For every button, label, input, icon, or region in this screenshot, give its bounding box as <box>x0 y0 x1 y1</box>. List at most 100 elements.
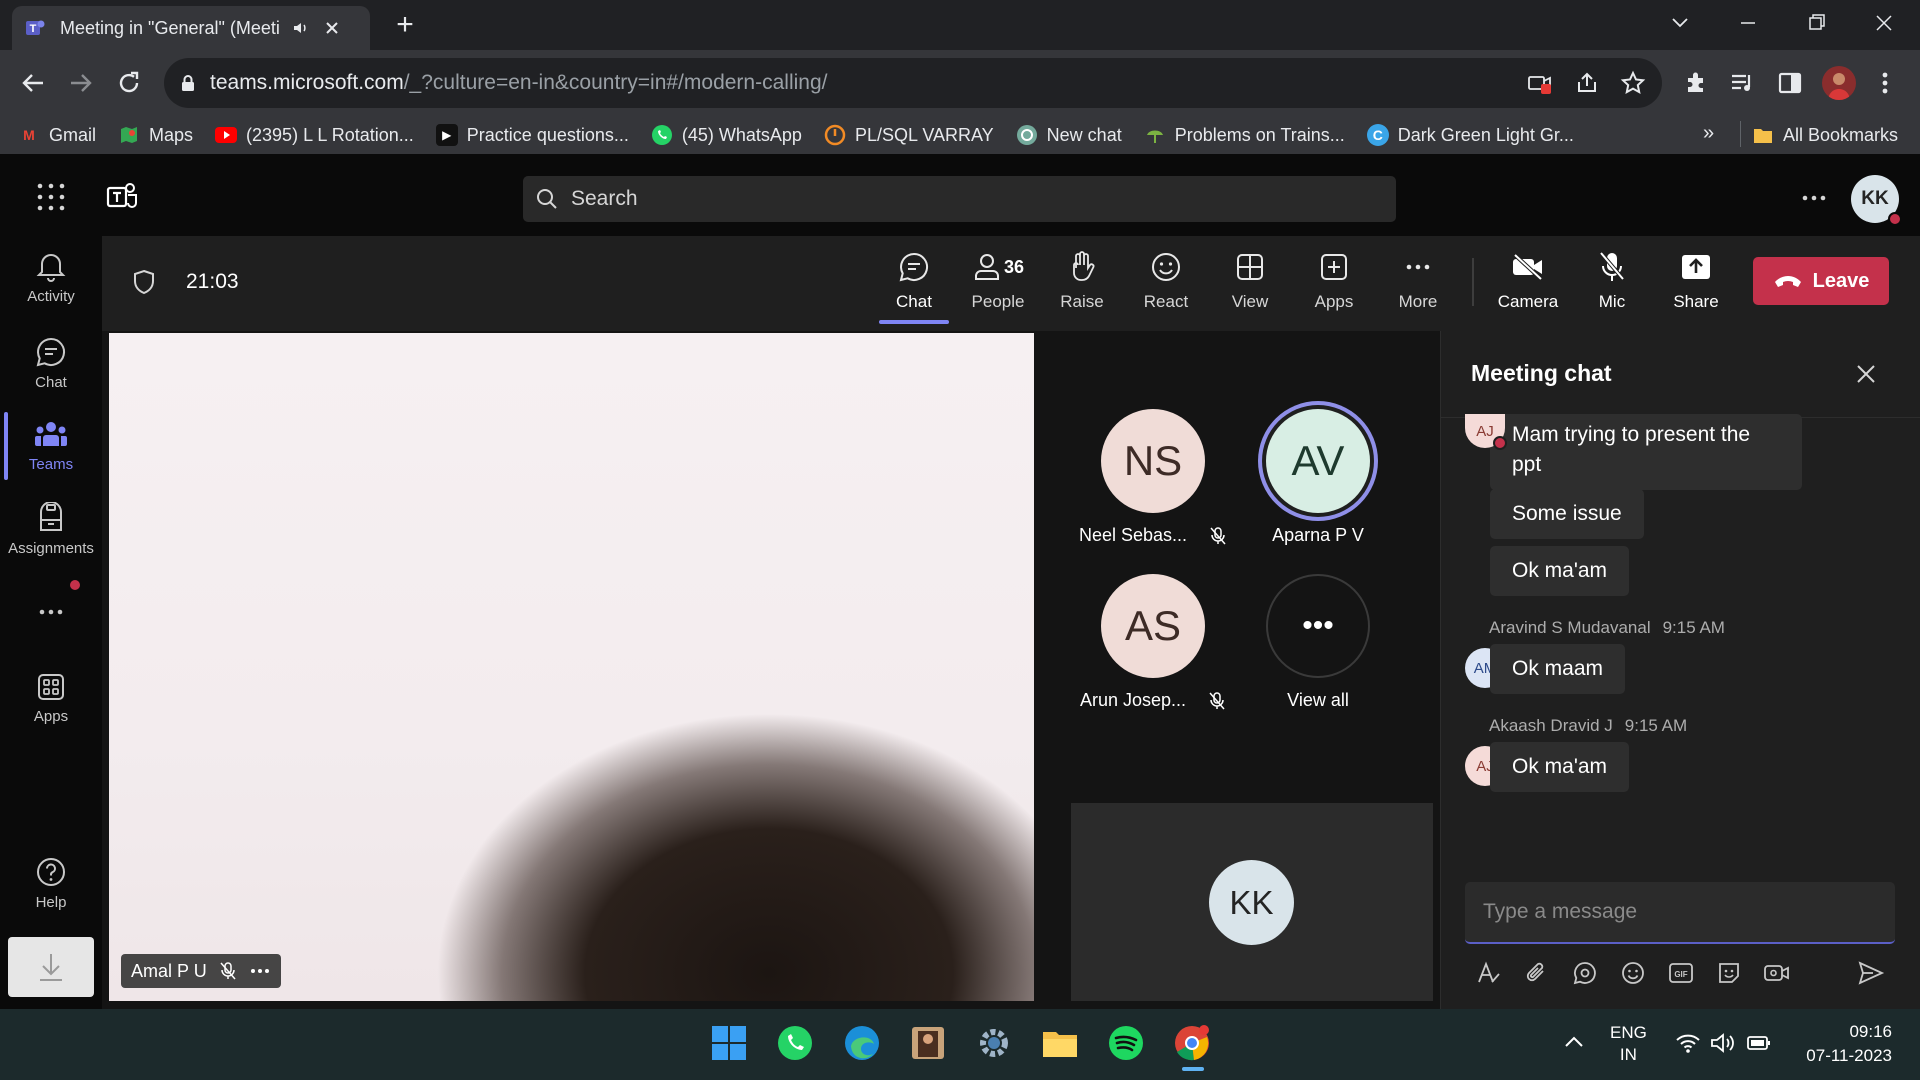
restore-button[interactable] <box>1796 8 1836 38</box>
battery-icon[interactable] <box>1746 1034 1772 1052</box>
bookmark-new-chat[interactable]: New chat <box>1016 124 1122 146</box>
profile-avatar[interactable] <box>1822 66 1856 100</box>
lock-icon[interactable] <box>180 74 196 92</box>
participant-tile[interactable]: AS Arun Josep... <box>1080 574 1225 711</box>
chat-message[interactable]: Mam trying to present the ppt <box>1490 414 1802 490</box>
edge-icon[interactable] <box>840 1021 884 1065</box>
rail-item-teams[interactable]: Teams <box>0 420 102 473</box>
share-button[interactable]: Share <box>1656 250 1736 312</box>
rail-item-assignments[interactable]: Assignments <box>0 502 102 557</box>
video-more-icon[interactable] <box>249 966 271 976</box>
bookmark-practice[interactable]: ▶ Practice questions... <box>435 124 629 146</box>
all-bookmarks-button[interactable]: All Bookmarks <box>1752 124 1898 146</box>
spotify-icon[interactable] <box>1104 1021 1148 1065</box>
bookmark-maps[interactable]: Maps <box>118 124 193 146</box>
clock[interactable]: 09:16 07-11-2023 <box>1796 1020 1892 1068</box>
trains-icon <box>1144 124 1166 146</box>
chat-message[interactable]: Ok maam <box>1490 644 1626 694</box>
reload-icon[interactable] <box>114 68 144 98</box>
mic-button[interactable]: Mic <box>1572 250 1652 312</box>
gif-icon[interactable]: GIF <box>1666 958 1696 988</box>
whatsapp-taskbar-icon[interactable] <box>773 1021 817 1065</box>
shield-icon[interactable] <box>131 268 157 296</box>
forward-icon[interactable] <box>66 68 96 98</box>
volume-icon[interactable] <box>1710 1032 1736 1054</box>
chat-message[interactable]: Ok ma'am <box>1490 742 1630 792</box>
compose-message-input[interactable]: Type a message <box>1465 882 1895 944</box>
app-launcher-icon[interactable] <box>36 182 66 212</box>
rail-more-icon[interactable] <box>38 605 64 619</box>
tab-search-icon[interactable] <box>1660 8 1700 38</box>
bookmark-canva[interactable]: C Dark Green Light Gr... <box>1366 124 1574 146</box>
chat-message-meta: Akaash Dravid J 9:15 AM <box>1489 716 1688 735</box>
participant-tile[interactable]: NS Neel Sebas... <box>1079 409 1226 546</box>
language-indicator[interactable]: ENG IN <box>1610 1022 1647 1066</box>
close-icon[interactable] <box>1854 362 1878 386</box>
attach-icon[interactable] <box>1522 958 1552 988</box>
chat-button[interactable]: Chat <box>874 250 954 312</box>
close-window-button[interactable] <box>1864 8 1904 38</box>
search-input[interactable]: Search <box>523 176 1396 222</box>
bookmark-youtube[interactable]: (2395) L L Rotation... <box>215 124 414 146</box>
rail-item-chat[interactable]: Chat <box>0 336 102 391</box>
plsql-icon <box>824 124 846 146</box>
people-icon: 36 <box>972 250 1024 284</box>
participant-tile[interactable]: AV Aparna P V <box>1253 409 1383 546</box>
rail-item-help[interactable]: Help <box>0 856 102 911</box>
camera-blocked-icon[interactable] <box>1527 71 1553 95</box>
chrome-icon[interactable] <box>1170 1021 1214 1065</box>
raise-hand-button[interactable]: Raise <box>1042 250 1122 312</box>
extensions-icon[interactable] <box>1682 69 1710 97</box>
video-clip-icon[interactable] <box>1762 958 1792 988</box>
chat-panel-title: Meeting chat <box>1471 360 1612 386</box>
side-panel-icon[interactable] <box>1776 69 1804 97</box>
file-explorer-icon[interactable] <box>1038 1021 1082 1065</box>
settings-gear-icon[interactable] <box>972 1021 1016 1065</box>
react-button[interactable]: React <box>1126 250 1206 312</box>
windows-start-icon[interactable] <box>707 1021 751 1065</box>
loop-icon[interactable] <box>1570 958 1600 988</box>
folder-icon <box>1752 124 1774 146</box>
address-bar[interactable]: teams.microsoft.com/_?culture=en-in&coun… <box>164 58 1662 108</box>
rail-item-activity[interactable]: Activity <box>0 250 102 305</box>
tab-audio-icon[interactable] <box>292 19 310 37</box>
rail-item-apps[interactable]: Apps <box>0 672 102 725</box>
view-button[interactable]: View <box>1210 250 1290 312</box>
share-page-icon[interactable] <box>1574 70 1600 96</box>
wifi-icon[interactable] <box>1675 1032 1701 1054</box>
send-icon[interactable] <box>1856 958 1886 988</box>
sticker-icon[interactable] <box>1714 958 1744 988</box>
minimize-button[interactable] <box>1728 8 1768 38</box>
bookmark-whatsapp[interactable]: (45) WhatsApp <box>651 124 802 146</box>
browser-tab[interactable]: T Meeting in "General" (Meeti <box>12 6 370 50</box>
tab-close-icon[interactable] <box>324 20 340 36</box>
back-icon[interactable] <box>18 68 48 98</box>
bookmark-plsql[interactable]: PL/SQL VARRAY <box>824 124 994 146</box>
leave-button[interactable]: Leave <box>1753 257 1889 305</box>
whatsapp-icon <box>651 124 673 146</box>
apps-button[interactable]: Apps <box>1294 250 1374 312</box>
photo-app-icon[interactable] <box>906 1021 950 1065</box>
view-all-button[interactable]: ••• View all <box>1253 574 1383 711</box>
browser-menu-icon[interactable] <box>1874 69 1896 97</box>
bookmark-star-icon[interactable] <box>1620 70 1646 96</box>
more-button[interactable]: More <box>1378 250 1458 312</box>
bookmarks-overflow-icon[interactable]: » <box>1703 122 1714 145</box>
tray-overflow-icon[interactable] <box>1563 1034 1585 1050</box>
download-button[interactable] <box>8 937 94 997</box>
emoji-icon[interactable] <box>1618 958 1648 988</box>
settings-more-icon[interactable] <box>1800 190 1828 206</box>
bookmark-gmail[interactable]: M Gmail <box>18 124 96 146</box>
user-avatar[interactable]: KK <box>1851 175 1902 226</box>
new-tab-button[interactable]: + <box>390 10 420 41</box>
chat-message[interactable]: Some issue <box>1490 489 1644 539</box>
people-button[interactable]: 36 People <box>958 250 1038 312</box>
bookmark-trains[interactable]: Problems on Trains... <box>1144 124 1345 146</box>
smiley-icon <box>1150 250 1182 284</box>
camera-button[interactable]: Camera <box>1488 250 1568 312</box>
media-controls-icon[interactable] <box>1728 69 1756 97</box>
chat-message[interactable]: Ok ma'am <box>1490 546 1630 596</box>
chat-icon <box>35 336 67 368</box>
participant-video[interactable] <box>109 333 1034 1001</box>
format-icon[interactable] <box>1474 958 1504 988</box>
